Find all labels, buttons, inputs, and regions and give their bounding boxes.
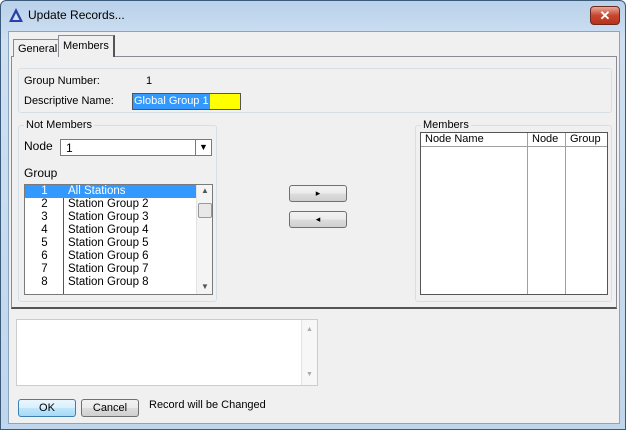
col-group[interactable]: Group [566, 133, 607, 147]
window-title: Update Records... [28, 8, 125, 22]
group-number: 5 [41, 237, 48, 249]
scroll-down-icon[interactable]: ▼ [306, 371, 313, 378]
scroll-down-icon[interactable]: ▼ [201, 282, 209, 291]
not-members-legend: Not Members [24, 119, 95, 131]
group-info-box: Group Number: 1 Descriptive Name: Global… [18, 68, 612, 113]
tab-members[interactable]: Members [58, 35, 115, 57]
group-number: 2 [41, 198, 48, 210]
group-name: Station Group 4 [68, 224, 149, 236]
group-name: All Stations [68, 185, 126, 197]
scroll-up-icon[interactable]: ▲ [201, 186, 209, 195]
group-name: Station Group 7 [68, 263, 149, 275]
group-label: Group [24, 166, 58, 180]
group-list-item[interactable]: 1 All Stations [25, 185, 196, 198]
message-textarea[interactable]: ▲ ▼ [16, 319, 318, 386]
node-select-value: 1 [66, 141, 73, 155]
group-number-label: Group Number: [24, 75, 100, 87]
groups-listbox[interactable]: 1 All Stations 2 Station Group 2 3 Station Gr… [24, 184, 213, 295]
remove-member-button[interactable]: ◂ [289, 211, 347, 228]
group-list-item[interactable]: 5 Station Group 5 [25, 237, 196, 250]
group-name: Station Group 5 [68, 237, 149, 249]
members-tab-panel: Group Number: 1 Descriptive Name: Global… [11, 56, 617, 309]
message-scrollbar[interactable]: ▲ ▼ [301, 320, 317, 385]
group-number: 3 [41, 211, 48, 223]
app-triangle-icon [9, 8, 23, 22]
descriptive-name-input[interactable]: Global Group 1 [132, 93, 241, 110]
cancel-button[interactable]: Cancel [81, 399, 139, 417]
group-number-value: 1 [146, 75, 153, 87]
group-list-item[interactable]: 6 Station Group 6 [25, 250, 196, 263]
tab-general[interactable]: General [13, 39, 62, 57]
group-name: Station Group 8 [68, 276, 149, 288]
close-button[interactable]: ✕ [590, 6, 620, 25]
scroll-up-icon[interactable]: ▲ [306, 326, 313, 333]
group-name: Station Group 2 [68, 198, 149, 210]
node-label: Node [24, 139, 53, 153]
col-node[interactable]: Node [528, 133, 566, 147]
scroll-thumb[interactable] [198, 203, 212, 218]
status-text: Record will be Changed [149, 399, 266, 411]
group-list-item[interactable]: 4 Station Group 4 [25, 224, 196, 237]
col-node-name[interactable]: Node Name [421, 133, 528, 147]
add-member-button[interactable]: ▸ [289, 185, 347, 202]
descriptive-name-label: Descriptive Name: [24, 95, 114, 107]
group-name: Station Group 6 [68, 250, 149, 262]
members-listview[interactable]: Node Name Node Group [420, 132, 608, 295]
groups-scrollbar[interactable]: ▲ ▼ [196, 185, 212, 294]
group-number: 4 [41, 224, 48, 236]
group-list-item[interactable]: 8 Station Group 8 [25, 276, 196, 289]
chevron-down-icon[interactable]: ▼ [195, 140, 211, 155]
node-select[interactable]: 1 ▼ [60, 139, 212, 156]
update-records-window: Update Records... ✕ Group Number: 1 Desc… [0, 0, 626, 430]
group-list-item[interactable]: 2 Station Group 2 [25, 198, 196, 211]
dialog-client: Group Number: 1 Descriptive Name: Global… [8, 31, 620, 424]
members-legend: Members [421, 119, 471, 131]
group-number: 6 [41, 250, 48, 262]
ok-button[interactable]: OK [18, 399, 76, 417]
group-number: 1 [41, 185, 48, 197]
group-list-item[interactable]: 7 Station Group 7 [25, 263, 196, 276]
group-list-item[interactable]: 3 Station Group 3 [25, 211, 196, 224]
group-number: 7 [41, 263, 48, 275]
group-name: Station Group 3 [68, 211, 149, 223]
group-number: 8 [41, 276, 48, 288]
descriptive-name-text: Global Group 1 [133, 94, 210, 109]
